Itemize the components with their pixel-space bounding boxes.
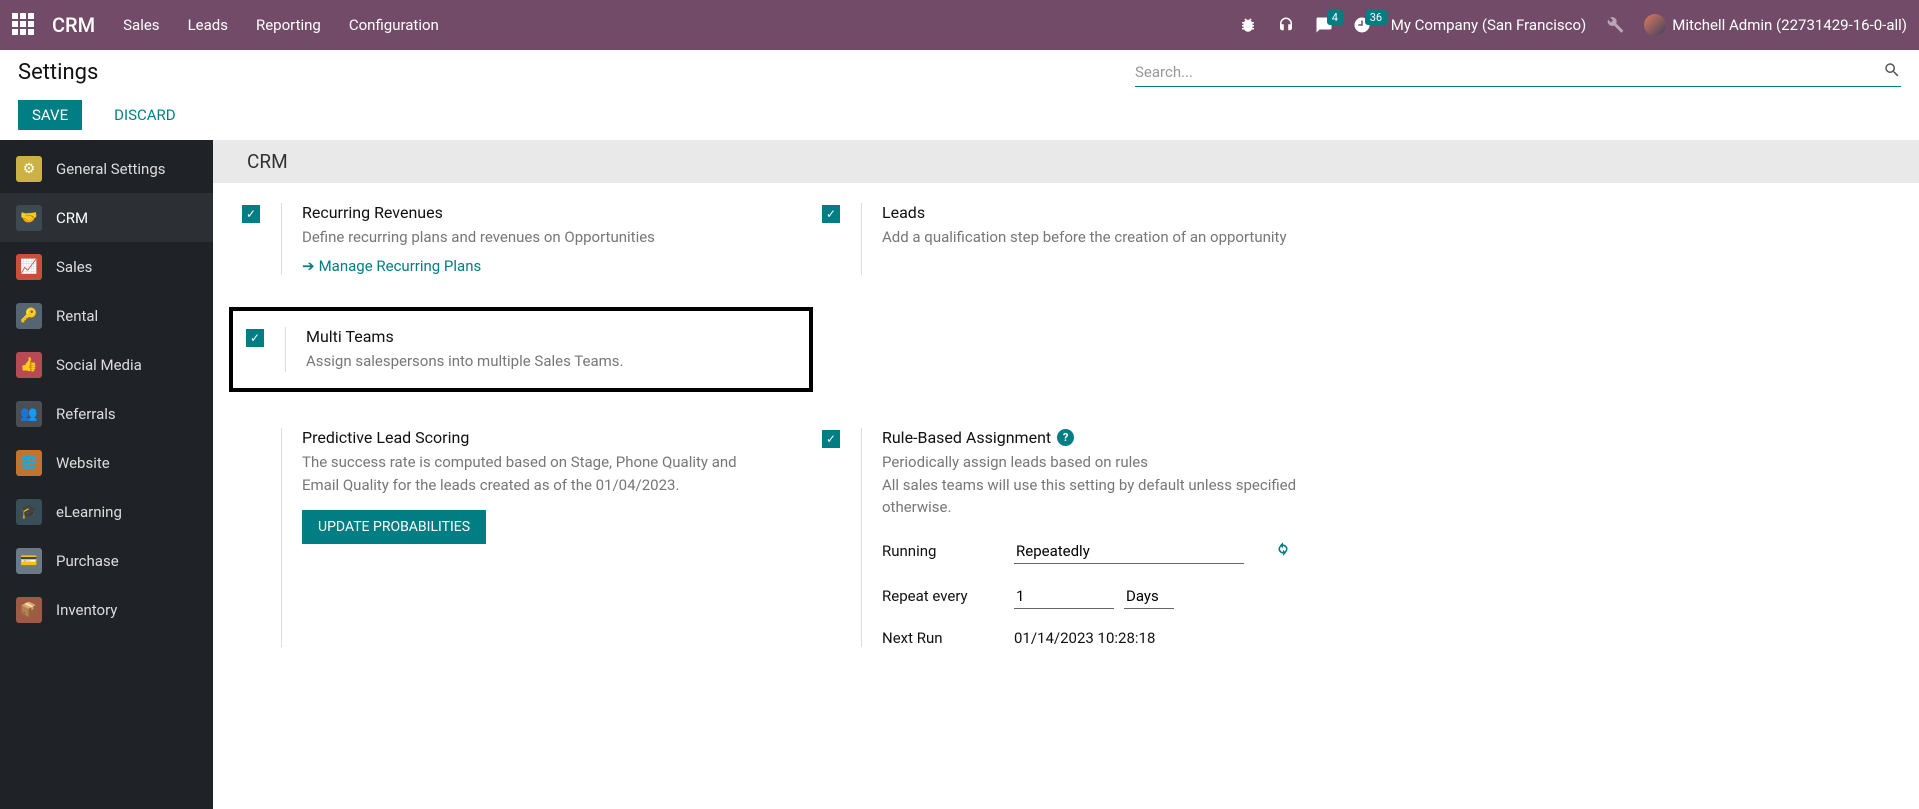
sidebar-item-label: eLearning [56,503,122,521]
ic-elearning-icon: 🎓 [16,499,42,525]
settings-content: CRM ✓ Recurring Revenues Define recurrin… [213,140,1919,809]
setting-title: Multi Teams [306,327,623,346]
save-button[interactable]: SAVE [18,100,82,130]
sidebar-item-purchase[interactable]: 💳 Purchase [0,536,213,585]
nav-configuration[interactable]: Configuration [349,16,439,34]
activities-icon[interactable]: 36 [1353,16,1371,34]
help-icon[interactable]: ? [1057,429,1074,446]
navbar: CRM Sales Leads Reporting Configuration … [0,0,1919,50]
setting-multi-teams: ✓ Multi Teams Assign salespersons into m… [229,307,813,393]
messages-badge: 4 [1327,10,1343,25]
sidebar-item-label: Inventory [56,601,117,619]
sidebar-item-website[interactable]: 🌐 Website [0,438,213,487]
messages-icon[interactable]: 4 [1315,16,1333,34]
ic-sales-icon: 📈 [16,254,42,280]
section-title: CRM [213,140,1919,183]
setting-leads: ✓ Leads Add a qualification step before … [813,203,1393,275]
sidebar-item-label: Sales [56,258,92,276]
tools-icon[interactable] [1606,16,1624,34]
search-input[interactable] [1135,63,1883,81]
nextrun-label: Next Run [882,629,1014,647]
ic-referrals-icon: 👥 [16,401,42,427]
sidebar-item-rental[interactable]: 🔑 Rental [0,291,213,340]
ic-general-icon: ⚙ [16,156,42,182]
ic-inventory-icon: 📦 [16,597,42,623]
setting-title: Recurring Revenues [302,203,655,222]
checkbox-leads[interactable]: ✓ [822,205,840,223]
setting-title: Leads [882,203,1287,222]
setting-predictive-scoring: Predictive Lead Scoring The success rate… [233,428,813,647]
checkbox-rule-based[interactable]: ✓ [822,430,840,448]
setting-title: Predictive Lead Scoring [302,428,772,447]
nav-leads[interactable]: Leads [188,16,228,34]
repeat-unit-select[interactable] [1124,584,1174,609]
checkbox-multi-teams[interactable]: ✓ [246,329,264,347]
running-label: Running [882,542,1014,560]
setting-desc: Define recurring plans and revenues on O… [302,226,655,249]
company-switcher[interactable]: My Company (San Francisco) [1391,16,1586,34]
ic-crm-icon: 🤝 [16,205,42,231]
ic-purchase-icon: 💳 [16,548,42,574]
search-icon[interactable] [1883,61,1901,83]
setting-rule-based-assignment: ✓ Rule-Based Assignment ? Periodically a… [813,428,1393,647]
setting-desc: Assign salespersons into multiple Sales … [306,350,623,373]
sidebar-item-label: General Settings [56,160,166,178]
nextrun-value: 01/14/2023 10:28:18 [1014,629,1155,647]
discard-button[interactable]: DISCARD [100,100,189,130]
debug-icon[interactable] [1239,16,1257,34]
nav-reporting[interactable]: Reporting [256,16,321,34]
nav-sales[interactable]: Sales [123,16,159,34]
ic-social-icon: 👍 [16,352,42,378]
support-icon[interactable] [1277,16,1295,34]
app-brand[interactable]: CRM [52,13,95,37]
user-menu[interactable]: Mitchell Admin (22731429-16-0-all) [1644,14,1907,36]
manage-recurring-link[interactable]: ➔ Manage Recurring Plans [302,257,481,275]
sidebar-item-sales[interactable]: 📈 Sales [0,242,213,291]
avatar [1644,14,1666,36]
repeat-value-input[interactable] [1014,584,1114,609]
control-bar: Settings [0,50,1919,94]
sidebar-item-label: Referrals [56,405,116,423]
sidebar-item-label: Social Media [56,356,142,374]
setting-desc2: All sales teams will use this setting by… [882,474,1352,519]
page-title: Settings [18,60,98,85]
ic-website-icon: 🌐 [16,450,42,476]
setting-desc: Add a qualification step before the crea… [882,226,1287,249]
apps-icon[interactable] [12,13,36,37]
sidebar-item-general-settings[interactable]: ⚙ General Settings [0,144,213,193]
sidebar-item-label: Purchase [56,552,119,570]
ic-rental-icon: 🔑 [16,303,42,329]
activities-badge: 36 [1365,10,1387,25]
setting-desc: Periodically assign leads based on rules [882,451,1352,474]
sidebar-item-inventory[interactable]: 📦 Inventory [0,585,213,634]
sidebar-item-referrals[interactable]: 👥 Referrals [0,389,213,438]
settings-sidebar: ⚙ General Settings 🤝 CRM 📈 Sales 🔑 Rental 👍 Socia… [0,140,213,809]
setting-title: Rule-Based Assignment ? [882,428,1352,447]
sidebar-item-label: Website [56,454,110,472]
sidebar-item-label: CRM [56,209,88,227]
user-name: Mitchell Admin (22731429-16-0-all) [1672,16,1907,34]
arrow-right-icon: ➔ [302,257,315,275]
sidebar-item-label: Rental [56,307,98,325]
repeat-label: Repeat every [882,587,1014,605]
sidebar-item-social-media[interactable]: 👍 Social Media [0,340,213,389]
setting-desc: The success rate is computed based on St… [302,451,772,496]
checkbox-recurring[interactable]: ✓ [242,205,260,223]
search-wrap [1135,57,1901,87]
refresh-icon[interactable] [1274,540,1292,562]
update-probabilities-button[interactable]: UPDATE PROBABILITIES [302,510,486,544]
setting-recurring-revenues: ✓ Recurring Revenues Define recurring pl… [233,203,813,275]
sidebar-item-elearning[interactable]: 🎓 eLearning [0,487,213,536]
sidebar-item-crm[interactable]: 🤝 CRM [0,193,213,242]
action-bar: SAVE DISCARD [0,94,1919,140]
running-select[interactable] [1014,539,1244,564]
